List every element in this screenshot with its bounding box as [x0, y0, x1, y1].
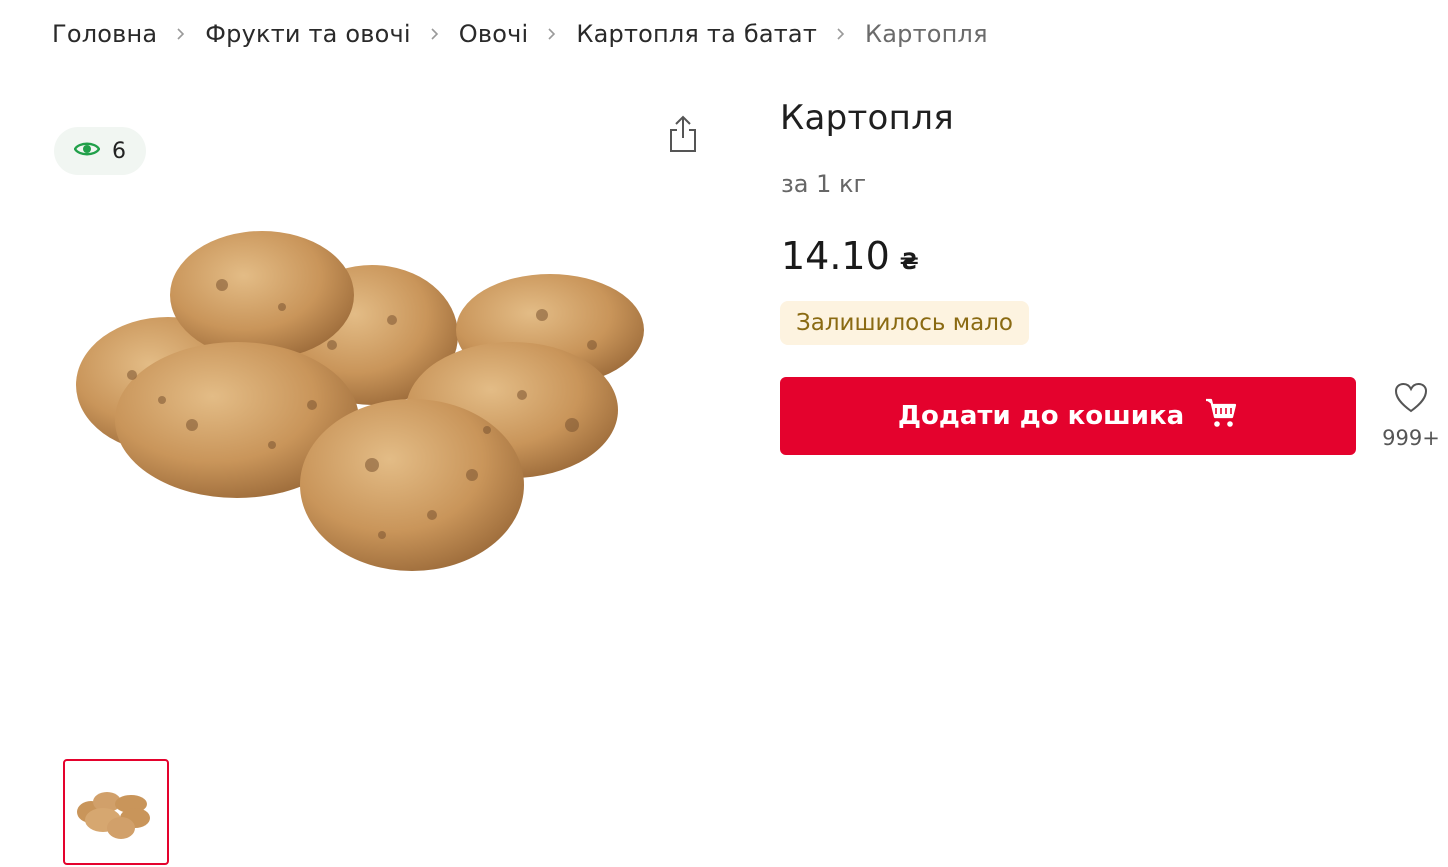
potatoes-thumbnail	[77, 792, 150, 839]
price-value: 14.10	[781, 234, 890, 278]
gallery-thumbnail[interactable]	[63, 759, 169, 865]
add-to-cart-button[interactable]: Додати до кошика	[780, 377, 1356, 455]
chevron-right-icon	[528, 27, 576, 41]
product-unit: за 1 кг	[781, 170, 867, 198]
breadcrumb-item-fruits-vegetables[interactable]: Фрукти та овочі	[205, 20, 410, 48]
chevron-right-icon	[157, 27, 205, 41]
breadcrumb-item-potato-sweet-potato[interactable]: Картопля та батат	[576, 20, 817, 48]
heart-icon	[1394, 382, 1428, 418]
add-to-cart-label: Додати до кошика	[897, 401, 1185, 431]
share-button[interactable]	[664, 114, 702, 158]
share-icon	[666, 114, 700, 158]
breadcrumb-item-current: Картопля	[865, 20, 988, 48]
chevron-right-icon	[411, 27, 459, 41]
wishlist-count: 999+	[1382, 426, 1440, 450]
eye-icon	[73, 139, 101, 164]
breadcrumb: Головна Фрукти та овочі Овочі Картопля т…	[52, 18, 988, 50]
views-count: 6	[112, 138, 126, 164]
breadcrumb-item-home[interactable]: Головна	[52, 20, 157, 48]
stock-status-badge: Залишилось мало	[780, 301, 1029, 345]
breadcrumb-item-vegetables[interactable]: Овочі	[459, 20, 529, 48]
product-price: 14.10 ₴	[781, 234, 919, 278]
cart-icon	[1204, 397, 1238, 436]
product-main-image[interactable]	[72, 225, 652, 595]
wishlist-button[interactable]: 999+	[1378, 382, 1444, 452]
views-badge: 6	[54, 127, 146, 175]
chevron-right-icon	[817, 27, 865, 41]
product-title: Картопля	[780, 98, 954, 138]
potatoes-image	[76, 231, 644, 571]
product-gallery: 6	[52, 100, 712, 760]
price-currency: ₴	[899, 250, 919, 275]
